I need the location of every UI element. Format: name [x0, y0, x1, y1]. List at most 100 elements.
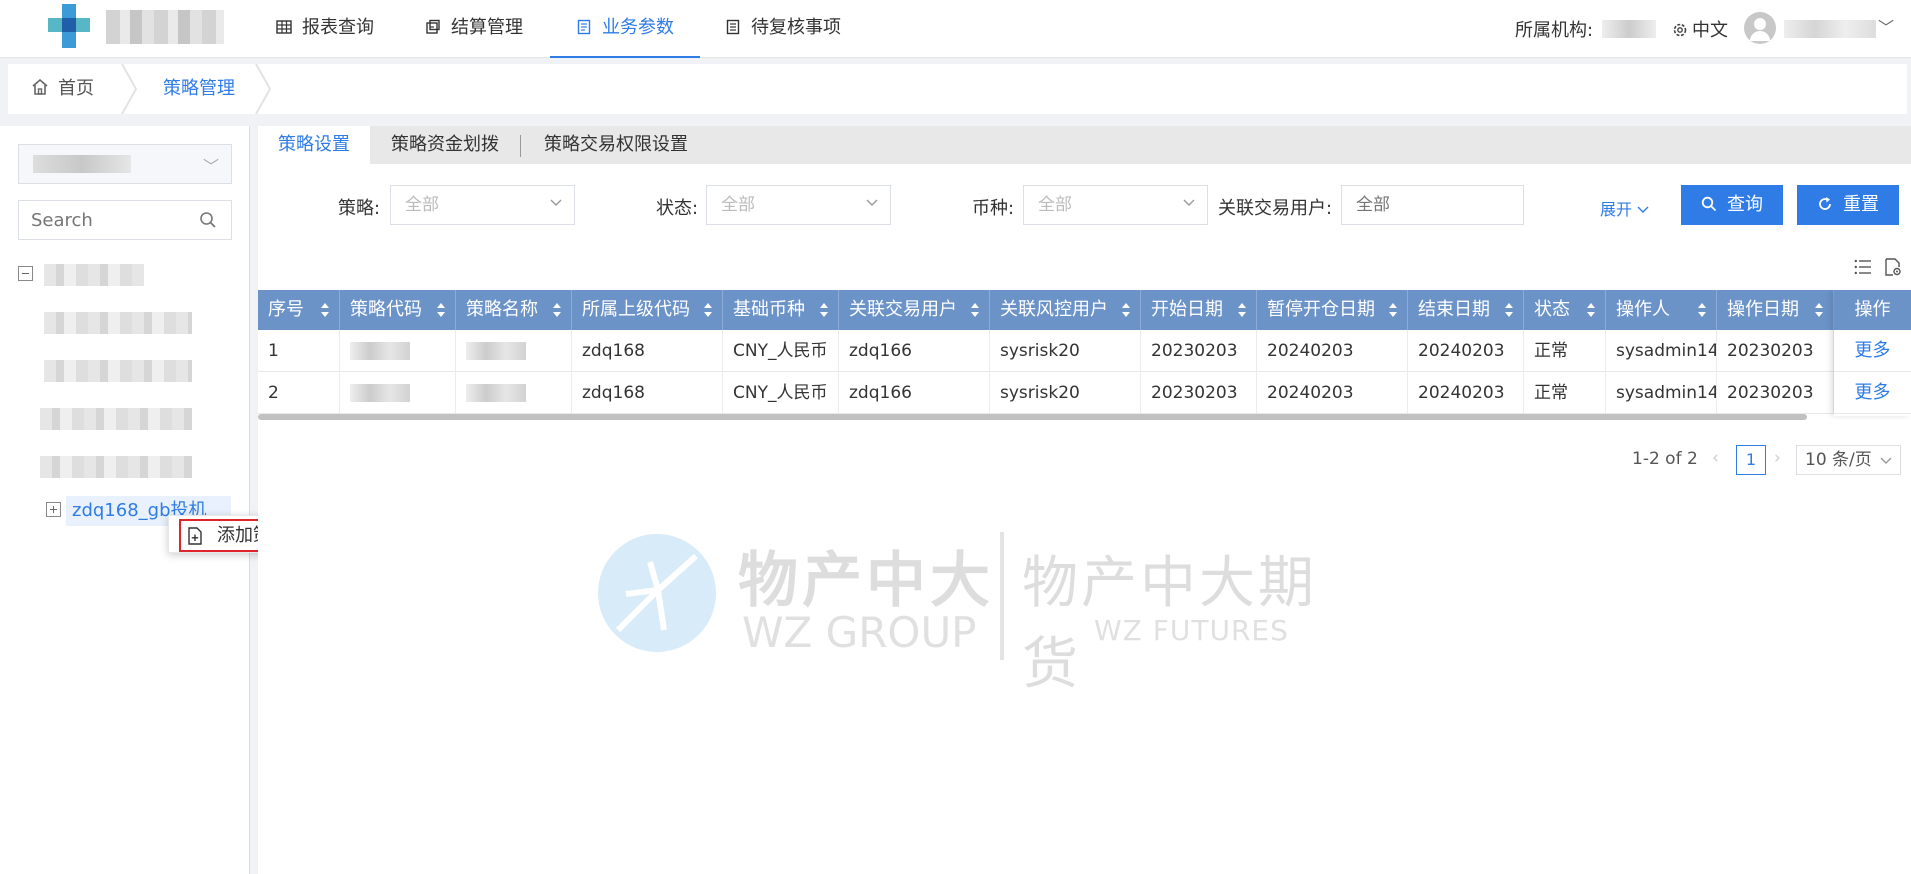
breadcrumb-home-label: 首页 — [58, 78, 94, 99]
add-file-icon — [188, 527, 202, 545]
sort-icon[interactable] — [704, 303, 712, 317]
nav-pending-review[interactable]: 待复核事项 — [725, 0, 841, 58]
prev-page-icon[interactable]: ‹ — [1712, 448, 1719, 468]
chevron-down-icon — [1880, 457, 1892, 464]
tree-node-redacted[interactable] — [44, 360, 192, 382]
table-row[interactable]: 2 zdq168 CNY_人民币 zdq166 sysrisk20 20230203 202… — [258, 372, 1834, 414]
sort-icon[interactable] — [820, 303, 828, 317]
nav-settlement[interactable]: 结算管理 — [425, 0, 523, 58]
filter-status-value: 全部 — [721, 195, 755, 215]
table-header-cell[interactable]: 操作日期 — [1717, 290, 1834, 330]
tab-strategy-settings[interactable]: 策略设置 — [258, 126, 370, 164]
expand-filters-toggle[interactable]: 展开 — [1600, 196, 1649, 220]
filter-currency-select[interactable]: 全部 — [1023, 185, 1208, 225]
redacted-value — [350, 342, 410, 360]
reset-button[interactable]: 重置 — [1797, 185, 1899, 225]
sort-icon[interactable] — [1238, 303, 1246, 317]
redacted-value — [466, 384, 526, 402]
tab-strategy-trade-permissions[interactable]: 策略交易权限设置 — [522, 126, 710, 164]
filter-currency-label: 币种: — [972, 198, 1015, 219]
sort-icon[interactable] — [1122, 303, 1130, 317]
chevron-down-icon — [1637, 206, 1649, 213]
pagination-page-1[interactable]: 1 — [1736, 445, 1766, 475]
sort-icon[interactable] — [1815, 303, 1823, 317]
sort-icon[interactable] — [971, 303, 979, 317]
column-list-icon[interactable] — [1854, 258, 1872, 276]
table-header-action: 操作 — [1834, 290, 1911, 330]
chevron-down-icon — [550, 199, 562, 206]
tree-org-select[interactable]: ﹀ — [18, 144, 232, 184]
horizontal-scrollbar[interactable] — [258, 414, 1807, 420]
pagination-total: 1-2 of 2 — [1632, 449, 1698, 469]
table-cell — [340, 330, 456, 372]
tab-divider — [520, 135, 521, 157]
company-logo[interactable] — [46, 4, 226, 48]
user-name-redacted[interactable] — [1784, 20, 1876, 38]
language-label: 中文 — [1692, 20, 1728, 41]
tree-node-redacted[interactable] — [40, 456, 192, 478]
user-avatar[interactable] — [1744, 12, 1776, 44]
table-cell: sysrisk20 — [990, 330, 1141, 372]
filter-trade-user-input[interactable] — [1341, 185, 1524, 225]
row-more-link[interactable]: 更多 — [1834, 372, 1911, 414]
breadcrumb-current[interactable]: 策略管理 — [163, 64, 235, 114]
table-header-cell[interactable]: 基础币种 — [723, 290, 839, 330]
table-row[interactable]: 1 zdq168 CNY_人民币 zdq166 sysrisk20 20230203 202… — [258, 330, 1834, 372]
search-icon[interactable] — [198, 210, 218, 230]
nav-label: 结算管理 — [451, 17, 523, 38]
table-cell: zdq166 — [839, 330, 990, 372]
sort-icon[interactable] — [1389, 303, 1397, 317]
select-value-redacted — [33, 155, 131, 173]
filter-status-select[interactable]: 全部 — [706, 185, 891, 225]
sort-icon[interactable] — [553, 303, 561, 317]
tree-node-redacted[interactable] — [44, 264, 144, 286]
table-cell: zdq168 — [572, 372, 723, 414]
chevron-down-icon[interactable]: ﹀ — [1878, 14, 1894, 38]
tree-node-redacted[interactable] — [40, 408, 192, 430]
refresh-icon — [1819, 197, 1831, 210]
org-label: 所属机构: — [1515, 20, 1594, 41]
table-cell: 20240203 — [1257, 372, 1408, 414]
table-header-cell[interactable]: 开始日期 — [1141, 290, 1257, 330]
page-size-select[interactable]: 10 条/页 — [1796, 445, 1901, 475]
tree-expand-toggle[interactable] — [46, 502, 61, 517]
table-header-cell[interactable]: 操作人 — [1606, 290, 1717, 330]
table-header-cell[interactable]: 所属上级代码 — [572, 290, 723, 330]
review-icon — [726, 19, 740, 35]
sort-icon[interactable] — [321, 303, 329, 317]
sort-icon[interactable] — [1698, 303, 1706, 317]
row-more-link[interactable]: 更多 — [1834, 330, 1911, 372]
table-header-cell[interactable]: 策略名称 — [456, 290, 572, 330]
table-header-cell[interactable]: 暂停开仓日期 — [1257, 290, 1408, 330]
table-header-cell[interactable]: 关联风控用户 — [990, 290, 1141, 330]
table-header-cell[interactable]: 序号 — [258, 290, 340, 330]
sort-icon[interactable] — [1505, 303, 1513, 317]
strategy-table: 序号 策略代码 策略名称 所属上级代码 基础币种 关联交易用户 关联风控用户 开始日期 暂停开仓… — [258, 290, 1911, 420]
nav-business-params[interactable]: 业务参数 — [550, 0, 700, 58]
tree-collapse-toggle[interactable] — [18, 266, 33, 281]
sort-icon[interactable] — [437, 303, 445, 317]
nav-report-query[interactable]: 报表查询 — [276, 0, 374, 58]
table-header-cell[interactable]: 状态 — [1524, 290, 1606, 330]
tree-node-redacted[interactable] — [44, 312, 192, 334]
filter-strategy-select[interactable]: 全部 — [390, 185, 575, 225]
org-tree-panel: ﹀ zdq168_gb投机 — [0, 126, 250, 874]
breadcrumb-separator-icon — [121, 64, 138, 114]
sort-icon[interactable] — [1587, 303, 1595, 317]
tab-strategy-fund-transfer[interactable]: 策略资金划拨 — [370, 126, 520, 164]
table-header-cell[interactable]: 关联交易用户 — [839, 290, 990, 330]
table-cell: sysrisk20 — [990, 372, 1141, 414]
next-page-icon[interactable]: › — [1774, 448, 1781, 468]
table-cell: 20240203 — [1408, 330, 1524, 372]
table-icon — [276, 20, 292, 34]
breadcrumb: 首页 策略管理 — [8, 64, 1907, 114]
language-switch[interactable]: 中文 — [1672, 16, 1728, 42]
table-header-cell[interactable]: 结束日期 — [1408, 290, 1524, 330]
query-button[interactable]: 查询 — [1681, 185, 1783, 225]
logo-text-redacted — [106, 10, 224, 44]
breadcrumb-home[interactable]: 首页 — [30, 64, 94, 114]
table-cell: 正常 — [1524, 330, 1606, 372]
export-settings-icon[interactable] — [1884, 258, 1902, 276]
expand-label: 展开 — [1600, 200, 1633, 219]
table-header-cell[interactable]: 策略代码 — [340, 290, 456, 330]
